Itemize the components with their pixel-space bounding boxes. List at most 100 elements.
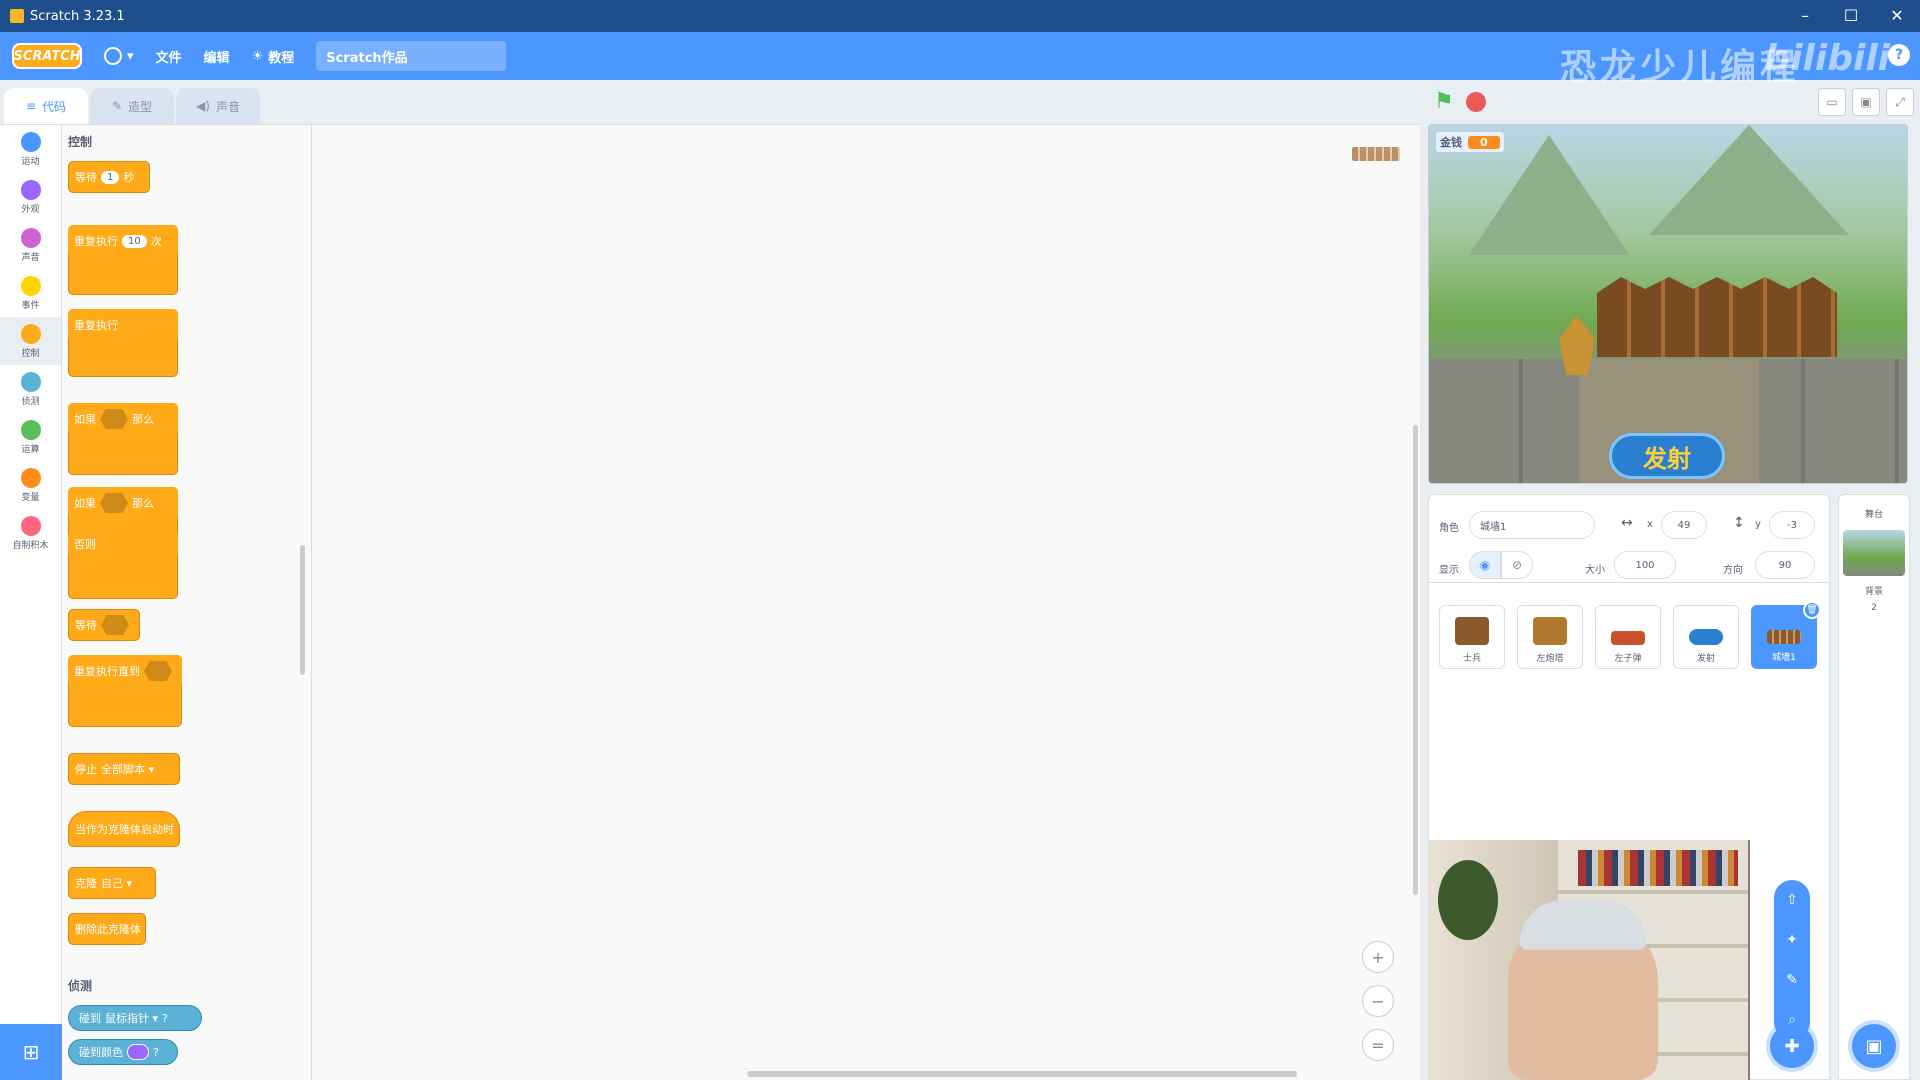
color-picker-swatch[interactable] <box>127 1044 149 1060</box>
menu-bar: SCRATCH ▾ 文件 编辑 ☀ 教程 Scratch作品 恐龙少儿编程 bi… <box>0 32 1920 88</box>
canvas-horizontal-scrollbar[interactable] <box>747 1071 1297 1077</box>
touching-target-dropdown[interactable]: 鼠标指针 ▾ <box>105 1010 158 1026</box>
monitor-label: 金钱 <box>1440 136 1462 149</box>
condition-slot[interactable] <box>101 615 129 635</box>
delete-clone-block[interactable]: 删除此克隆体 <box>68 913 146 945</box>
stage-canvas[interactable]: 发射 金钱 0 <box>1428 124 1908 484</box>
green-flag-icon[interactable]: ⚑ <box>1434 91 1456 113</box>
surprise-icon[interactable]: ✦ <box>1786 932 1798 948</box>
direction-input[interactable]: 90 <box>1755 551 1815 579</box>
condition-slot[interactable] <box>100 493 128 513</box>
category-label: 运动 <box>21 156 40 167</box>
clone-target-dropdown[interactable]: 自己 ▾ <box>101 875 132 891</box>
background-mountain <box>1649 125 1849 235</box>
x-arrows-icon: ↔ <box>1621 515 1633 531</box>
upload-icon[interactable]: ⇧ <box>1786 892 1798 908</box>
wait-block[interactable]: 等待 1 秒 <box>68 161 150 193</box>
sprite-tile-fire[interactable]: 发射 <box>1673 605 1739 669</box>
stop-option-dropdown[interactable]: 全部脚本 ▾ <box>101 761 154 777</box>
fire-button-sprite[interactable]: 发射 <box>1609 433 1725 479</box>
trash-icon[interactable]: 🗑 <box>1803 601 1821 619</box>
window-titlebar: Scratch 3.23.1 – ☐ ✕ <box>0 0 1920 32</box>
fullscreen-button[interactable]: ⤢ <box>1886 88 1914 116</box>
wall-sprite[interactable] <box>1597 277 1837 357</box>
maximize-button[interactable]: ☐ <box>1828 0 1874 32</box>
current-sprite-indicator <box>1352 147 1400 161</box>
y-position-input[interactable]: -3 <box>1769 511 1815 539</box>
tab-sounds[interactable]: ◀) 声音 <box>176 88 260 124</box>
normal-stage-button[interactable]: ▣ <box>1852 88 1880 116</box>
zoom-in-button[interactable]: + <box>1362 941 1394 973</box>
block-text: 删除此克隆体 <box>75 923 141 936</box>
sprite-tile-left-bullet[interactable]: 左子弹 <box>1595 605 1661 669</box>
if-else-block[interactable]: 如果 那么 <box>68 487 178 519</box>
condition-slot[interactable] <box>144 661 172 681</box>
books-image <box>1578 850 1738 886</box>
category-variables[interactable]: 变量 <box>0 461 61 509</box>
hide-sprite-button[interactable]: ⊘ <box>1501 551 1533 579</box>
choose-sprite-button[interactable]: ✚ <box>1770 1024 1814 1068</box>
wait-until-block[interactable]: 等待 <box>68 609 140 641</box>
repeat-count-input[interactable]: 10 <box>122 234 147 248</box>
touching-block[interactable]: 碰到 鼠标指针 ▾ ? <box>68 1005 202 1031</box>
create-clone-block[interactable]: 克隆 自己 ▾ <box>68 867 156 899</box>
zoom-out-button[interactable]: − <box>1362 985 1394 1017</box>
close-button[interactable]: ✕ <box>1874 0 1920 32</box>
sprite-tile-wall[interactable]: 城墙1 🗑 <box>1751 601 1821 669</box>
size-input[interactable]: 100 <box>1614 551 1676 579</box>
scratch-logo[interactable]: SCRATCH <box>12 43 82 69</box>
if-then-block[interactable]: 如果 那么 <box>68 403 178 435</box>
palette-scrollbar[interactable] <box>300 545 305 675</box>
category-events[interactable]: 事件 <box>0 269 61 317</box>
stage-header: ⚑ ▭ ▣ ⤢ <box>1424 80 1920 124</box>
repeat-until-block[interactable]: 重复执行直到 <box>68 655 182 687</box>
wait-seconds-input[interactable]: 1 <box>101 170 120 184</box>
edit-menu[interactable]: 编辑 <box>204 47 230 66</box>
sprite-tile-soldier[interactable]: 士兵 <box>1439 605 1505 669</box>
small-stage-button[interactable]: ▭ <box>1818 88 1846 116</box>
show-sprite-button[interactable]: ◉ <box>1469 551 1501 579</box>
y-arrows-icon: ↕ <box>1733 515 1745 531</box>
tab-costumes[interactable]: ✎ 造型 <box>90 88 174 124</box>
file-menu[interactable]: 文件 <box>156 47 182 66</box>
zoom-reset-button[interactable]: = <box>1362 1029 1394 1061</box>
tab-code[interactable]: ≡ 代码 <box>4 88 88 124</box>
sprite-tile-label: 士兵 <box>1462 654 1481 664</box>
category-looks[interactable]: 外观 <box>0 173 61 221</box>
category-menu: 运动 外观 声音 事件 控制 侦测 运算 变量 自制积木 ⊞ <box>0 125 62 1080</box>
when-clone-starts-block[interactable]: 当作为克隆体启动时 <box>68 811 180 847</box>
stop-sign-icon[interactable] <box>1466 92 1486 112</box>
tutorials-menu[interactable]: ☀ 教程 <box>252 47 295 66</box>
help-button[interactable]: ? <box>1888 44 1910 66</box>
sprite-name-input[interactable]: 城墙1 <box>1469 511 1595 539</box>
category-sensing[interactable]: 侦测 <box>0 365 61 413</box>
choose-backdrop-button[interactable]: ▣ <box>1852 1024 1896 1068</box>
repeat-block[interactable]: 重复执行 10 次 <box>68 225 178 257</box>
chevron-down-icon: ▾ <box>127 48 134 64</box>
canvas-vertical-scrollbar[interactable] <box>1413 425 1418 895</box>
x-position-input[interactable]: 49 <box>1661 511 1707 539</box>
condition-slot[interactable] <box>100 409 128 429</box>
choose-sprite-menu[interactable]: ⇧ ✦ ✎ ⌕ <box>1774 880 1810 1040</box>
forever-block[interactable]: 重复执行 <box>68 309 178 341</box>
webcam-overlay <box>1428 840 1750 1080</box>
paint-icon[interactable]: ✎ <box>1786 972 1798 988</box>
category-operators[interactable]: 运算 <box>0 413 61 461</box>
category-dot <box>20 371 41 392</box>
category-control[interactable]: 控制 <box>0 317 61 365</box>
block-text: 重复执行直到 <box>74 665 140 678</box>
stop-block[interactable]: 停止 全部脚本 ▾ <box>68 753 180 785</box>
sprite-tile-left-tower[interactable]: 左炮塔 <box>1517 605 1583 669</box>
language-menu[interactable]: ▾ <box>104 47 134 65</box>
touching-color-block[interactable]: 碰到颜色 ? <box>68 1039 178 1065</box>
tower-sprite[interactable] <box>1559 315 1595 375</box>
category-my-blocks[interactable]: 自制积木 <box>0 509 61 557</box>
category-motion[interactable]: 运动 <box>0 125 61 173</box>
stage-selector[interactable]: 舞台 背景 2 <box>1838 494 1910 1080</box>
category-sound[interactable]: 声音 <box>0 221 61 269</box>
minimize-button[interactable]: – <box>1782 0 1828 32</box>
project-title-input[interactable]: Scratch作品 <box>316 41 507 71</box>
block-text: 停止 <box>75 763 97 776</box>
add-extension-button[interactable]: ⊞ <box>0 1024 62 1080</box>
category-label: 外观 <box>21 204 40 215</box>
